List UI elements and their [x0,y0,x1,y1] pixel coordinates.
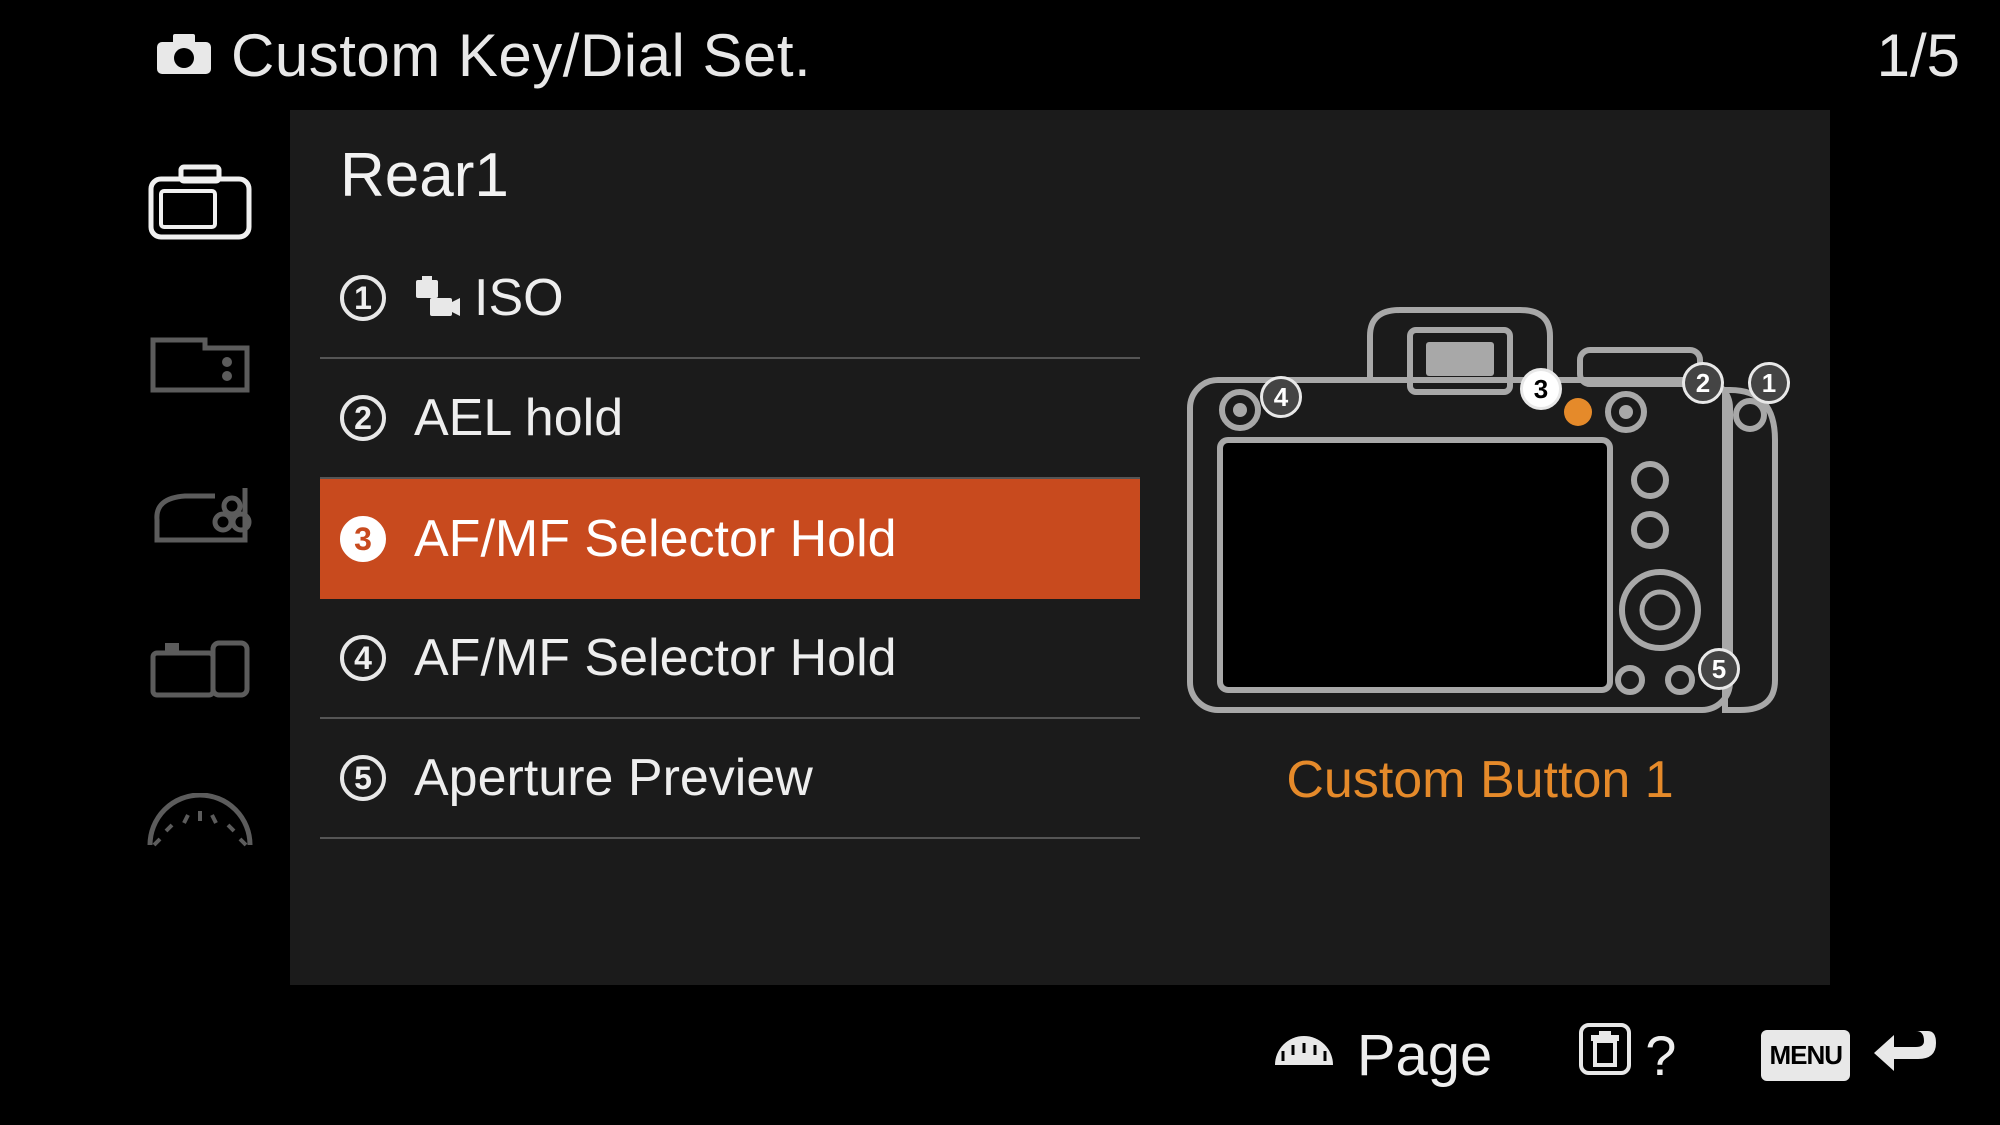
footer-bar: Page ? MENU [0,1005,2000,1105]
camera-rear-diagram: 1 2 3 4 5 [1170,280,1790,740]
page-title: Custom Key/Dial Set. [231,21,811,90]
back-arrow-icon [1868,1019,1940,1091]
page-hint-label: Page [1357,1022,1492,1089]
diagram-marker-5: 5 [1698,648,1740,690]
item-number-badge: 3 [340,516,386,562]
category-tabs [125,125,275,900]
item-label: AF/MF Selector Hold [414,628,897,688]
tab-rear2[interactable] [125,280,275,435]
item-label: AF/MF Selector Hold [414,509,897,569]
diagram-marker-4: 4 [1260,376,1302,418]
dial-icon [1269,1022,1339,1089]
panel-title: Rear1 [290,110,1830,239]
camera-icon [155,30,213,81]
list-item[interactable]: 1 ISO [320,239,1140,359]
help-label: ? [1645,1023,1676,1088]
page-hint: Page [1269,1022,1492,1089]
diagram-marker-3: 3 [1520,368,1562,410]
item-number-badge: 2 [340,395,386,441]
tab-lens[interactable] [125,590,275,745]
back-hint: MENU [1761,1019,1940,1091]
settings-list: 1 ISO 2 AEL hold 3 AF/MF Selector Hold 4… [320,239,1140,839]
menu-icon: MENU [1761,1030,1850,1081]
tab-top[interactable] [125,435,275,590]
list-item[interactable]: 2 AEL hold [320,359,1140,479]
item-label: Aperture Preview [414,748,813,808]
diagram-caption: Custom Button 1 [1170,750,1790,810]
diagram-marker-1: 1 [1748,362,1790,404]
item-number-badge: 5 [340,755,386,801]
help-hint: ? [1577,1021,1676,1090]
header-bar: Custom Key/Dial Set. 1/5 [0,10,2000,100]
list-item[interactable]: 5 Aperture Preview [320,719,1140,839]
item-number-badge: 1 [340,275,386,321]
trash-icon [1577,1021,1633,1090]
item-label: ISO [474,268,564,328]
diagram-marker-2: 2 [1682,362,1724,404]
tab-dial[interactable] [125,745,275,900]
tab-rear1[interactable] [125,125,275,280]
settings-panel: Rear1 1 ISO 2 AEL hold 3 AF/MF Selector … [290,110,1830,985]
list-item[interactable]: 3 AF/MF Selector Hold [320,479,1140,599]
page-indicator: 1/5 [1877,21,1960,90]
still-movie-icon [414,276,462,320]
item-label: AEL hold [414,388,623,448]
list-item[interactable]: 4 AF/MF Selector Hold [320,599,1140,719]
item-number-badge: 4 [340,635,386,681]
